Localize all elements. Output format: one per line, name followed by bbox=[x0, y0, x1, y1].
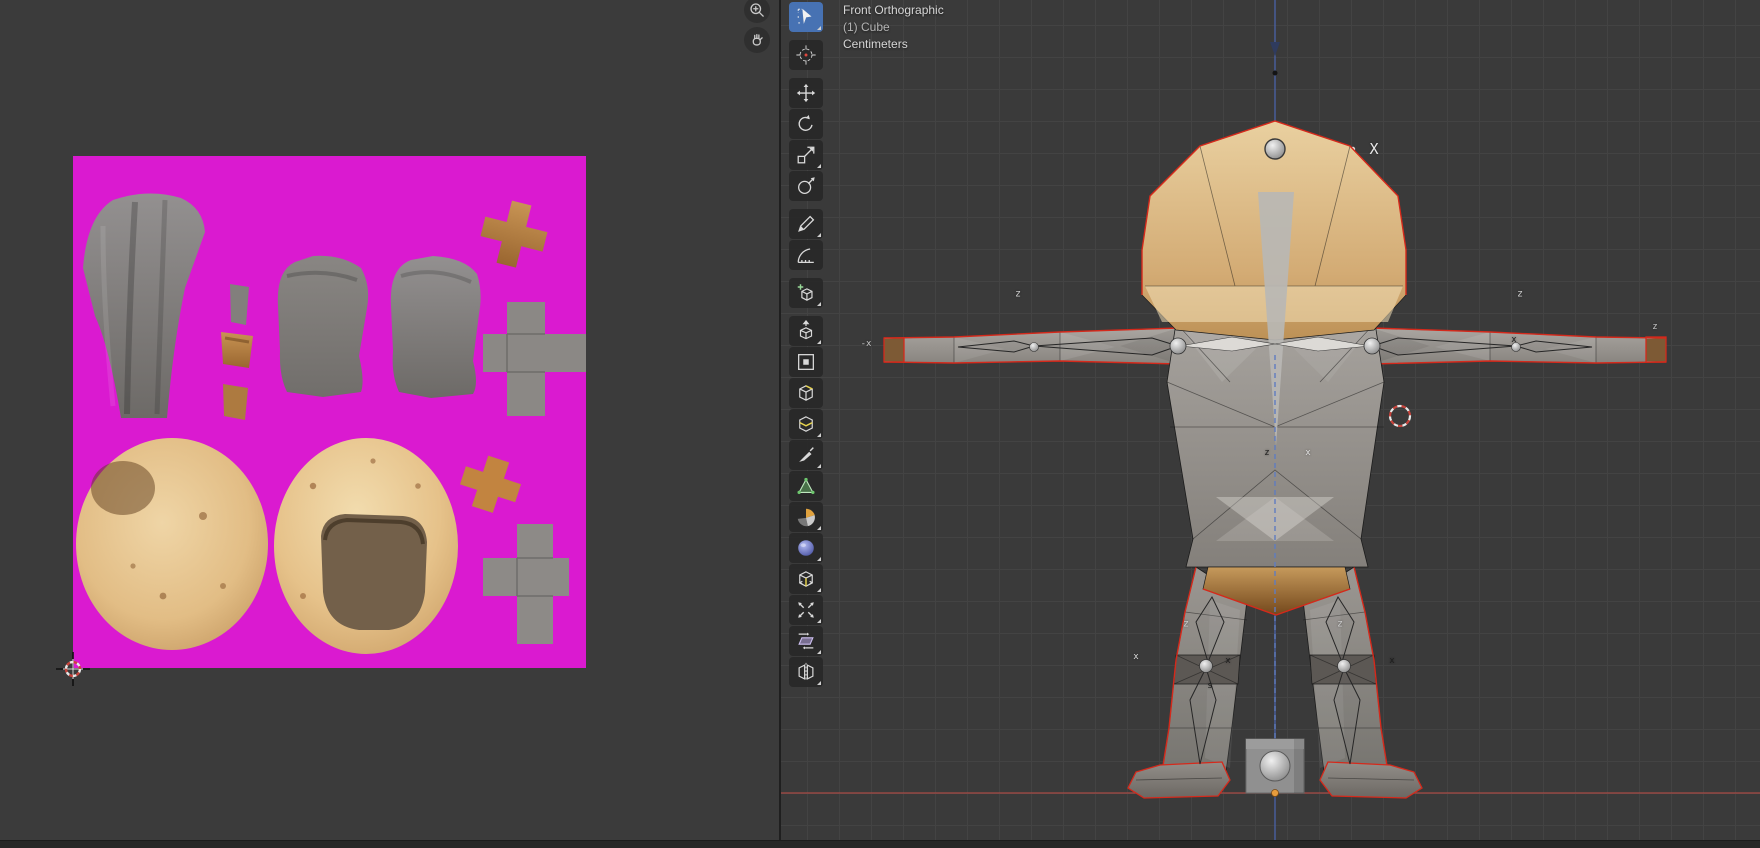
tool-submenu-corner bbox=[817, 557, 821, 561]
head-top-sphere[interactable] bbox=[1265, 139, 1285, 159]
magnifier-plus-icon bbox=[748, 1, 766, 19]
tool-spin-button[interactable] bbox=[789, 502, 823, 532]
shear-icon bbox=[795, 630, 817, 652]
uv-island-torso-back[interactable] bbox=[391, 256, 481, 398]
uv-island-head-face-oval[interactable] bbox=[274, 438, 458, 654]
spin-icon bbox=[795, 506, 817, 528]
add-cube-icon bbox=[795, 282, 817, 304]
tool-scale-button[interactable] bbox=[789, 140, 823, 170]
uv-island-wood-block-b[interactable] bbox=[223, 384, 248, 420]
left-foot[interactable] bbox=[1128, 762, 1230, 798]
tool-extrude-region-button[interactable] bbox=[789, 316, 823, 346]
scale-icon bbox=[795, 144, 817, 166]
tool-annotate-button[interactable] bbox=[789, 209, 823, 239]
bone-arrow-marker bbox=[1270, 42, 1280, 56]
tool-submenu-corner bbox=[817, 26, 821, 30]
tool-smooth-button[interactable] bbox=[789, 533, 823, 563]
tool-loop-cut-button[interactable] bbox=[789, 409, 823, 439]
extrude-region-icon bbox=[795, 320, 817, 342]
uv-island-torso-front[interactable] bbox=[278, 256, 368, 397]
tool-poly-build-button[interactable] bbox=[789, 471, 823, 501]
tool-submenu-corner bbox=[817, 681, 821, 685]
tool-rotate-button[interactable] bbox=[789, 109, 823, 139]
right-foot[interactable] bbox=[1320, 762, 1422, 798]
annotate-icon bbox=[795, 213, 817, 235]
edge-slide-icon bbox=[795, 568, 817, 590]
tool-shelf bbox=[789, 2, 825, 687]
cursor-3d[interactable] bbox=[1390, 406, 1410, 426]
uv-2d-cursor[interactable] bbox=[55, 651, 91, 687]
root-controller[interactable] bbox=[1246, 739, 1304, 793]
select-box-icon bbox=[795, 6, 817, 28]
tool-submenu-corner bbox=[817, 433, 821, 437]
editor-nav-gizmos bbox=[744, 0, 770, 53]
uv-island-sleeve-strip[interactable] bbox=[230, 284, 249, 325]
tool-edge-slide-button[interactable] bbox=[789, 564, 823, 594]
bevel-icon bbox=[795, 382, 817, 404]
uv-island-wood-block-a[interactable] bbox=[221, 332, 253, 368]
uv-texture-image bbox=[73, 156, 586, 668]
tool-submenu-corner bbox=[817, 588, 821, 592]
app-window: Front Orthographic (1) Cube Centimeters … bbox=[0, 0, 1760, 848]
tool-shrink-fatten-button[interactable] bbox=[789, 595, 823, 625]
measure-icon bbox=[795, 244, 817, 266]
inset-faces-icon bbox=[795, 351, 817, 373]
rip-region-icon bbox=[795, 661, 817, 683]
rotate-icon bbox=[795, 113, 817, 135]
tool-submenu-corner bbox=[817, 340, 821, 344]
zoom-gizmo-button[interactable] bbox=[744, 0, 770, 23]
tool-transform-button[interactable] bbox=[789, 171, 823, 201]
tool-submenu-corner bbox=[817, 464, 821, 468]
tool-add-cube-button[interactable] bbox=[789, 278, 823, 308]
pan-gizmo-button[interactable] bbox=[744, 27, 770, 53]
tool-measure-button[interactable] bbox=[789, 240, 823, 270]
uv-image-editor[interactable] bbox=[0, 0, 779, 848]
tool-submenu-corner bbox=[817, 650, 821, 654]
move-icon bbox=[795, 82, 817, 104]
loop-cut-icon bbox=[795, 413, 817, 435]
tool-submenu-corner bbox=[817, 619, 821, 623]
scene-3d bbox=[781, 0, 1760, 848]
tool-select-box-button[interactable] bbox=[789, 2, 823, 32]
tool-shear-button[interactable] bbox=[789, 626, 823, 656]
tool-submenu-corner bbox=[817, 164, 821, 168]
uv-island-head-crown-oval[interactable] bbox=[76, 438, 268, 650]
tool-move-button[interactable] bbox=[789, 78, 823, 108]
tool-bevel-button[interactable] bbox=[789, 378, 823, 408]
tool-knife-button[interactable] bbox=[789, 440, 823, 470]
shrink-fatten-icon bbox=[795, 599, 817, 621]
knife-icon bbox=[795, 444, 817, 466]
tool-submenu-corner bbox=[817, 526, 821, 530]
tool-cursor-button[interactable] bbox=[789, 40, 823, 70]
status-bar bbox=[0, 840, 1760, 848]
tool-submenu-corner bbox=[817, 233, 821, 237]
tool-submenu-corner bbox=[817, 302, 821, 306]
object-origin-dot[interactable] bbox=[1272, 790, 1279, 797]
hand-icon bbox=[748, 31, 766, 49]
smooth-icon bbox=[795, 537, 817, 559]
viewport-3d[interactable]: Front Orthographic (1) Cube Centimeters bbox=[781, 0, 1760, 848]
tool-inset-faces-button[interactable] bbox=[789, 347, 823, 377]
poly-build-icon bbox=[795, 475, 817, 497]
transform-icon bbox=[795, 175, 817, 197]
cursor-icon bbox=[795, 44, 817, 66]
tool-rip-region-button[interactable] bbox=[789, 657, 823, 687]
